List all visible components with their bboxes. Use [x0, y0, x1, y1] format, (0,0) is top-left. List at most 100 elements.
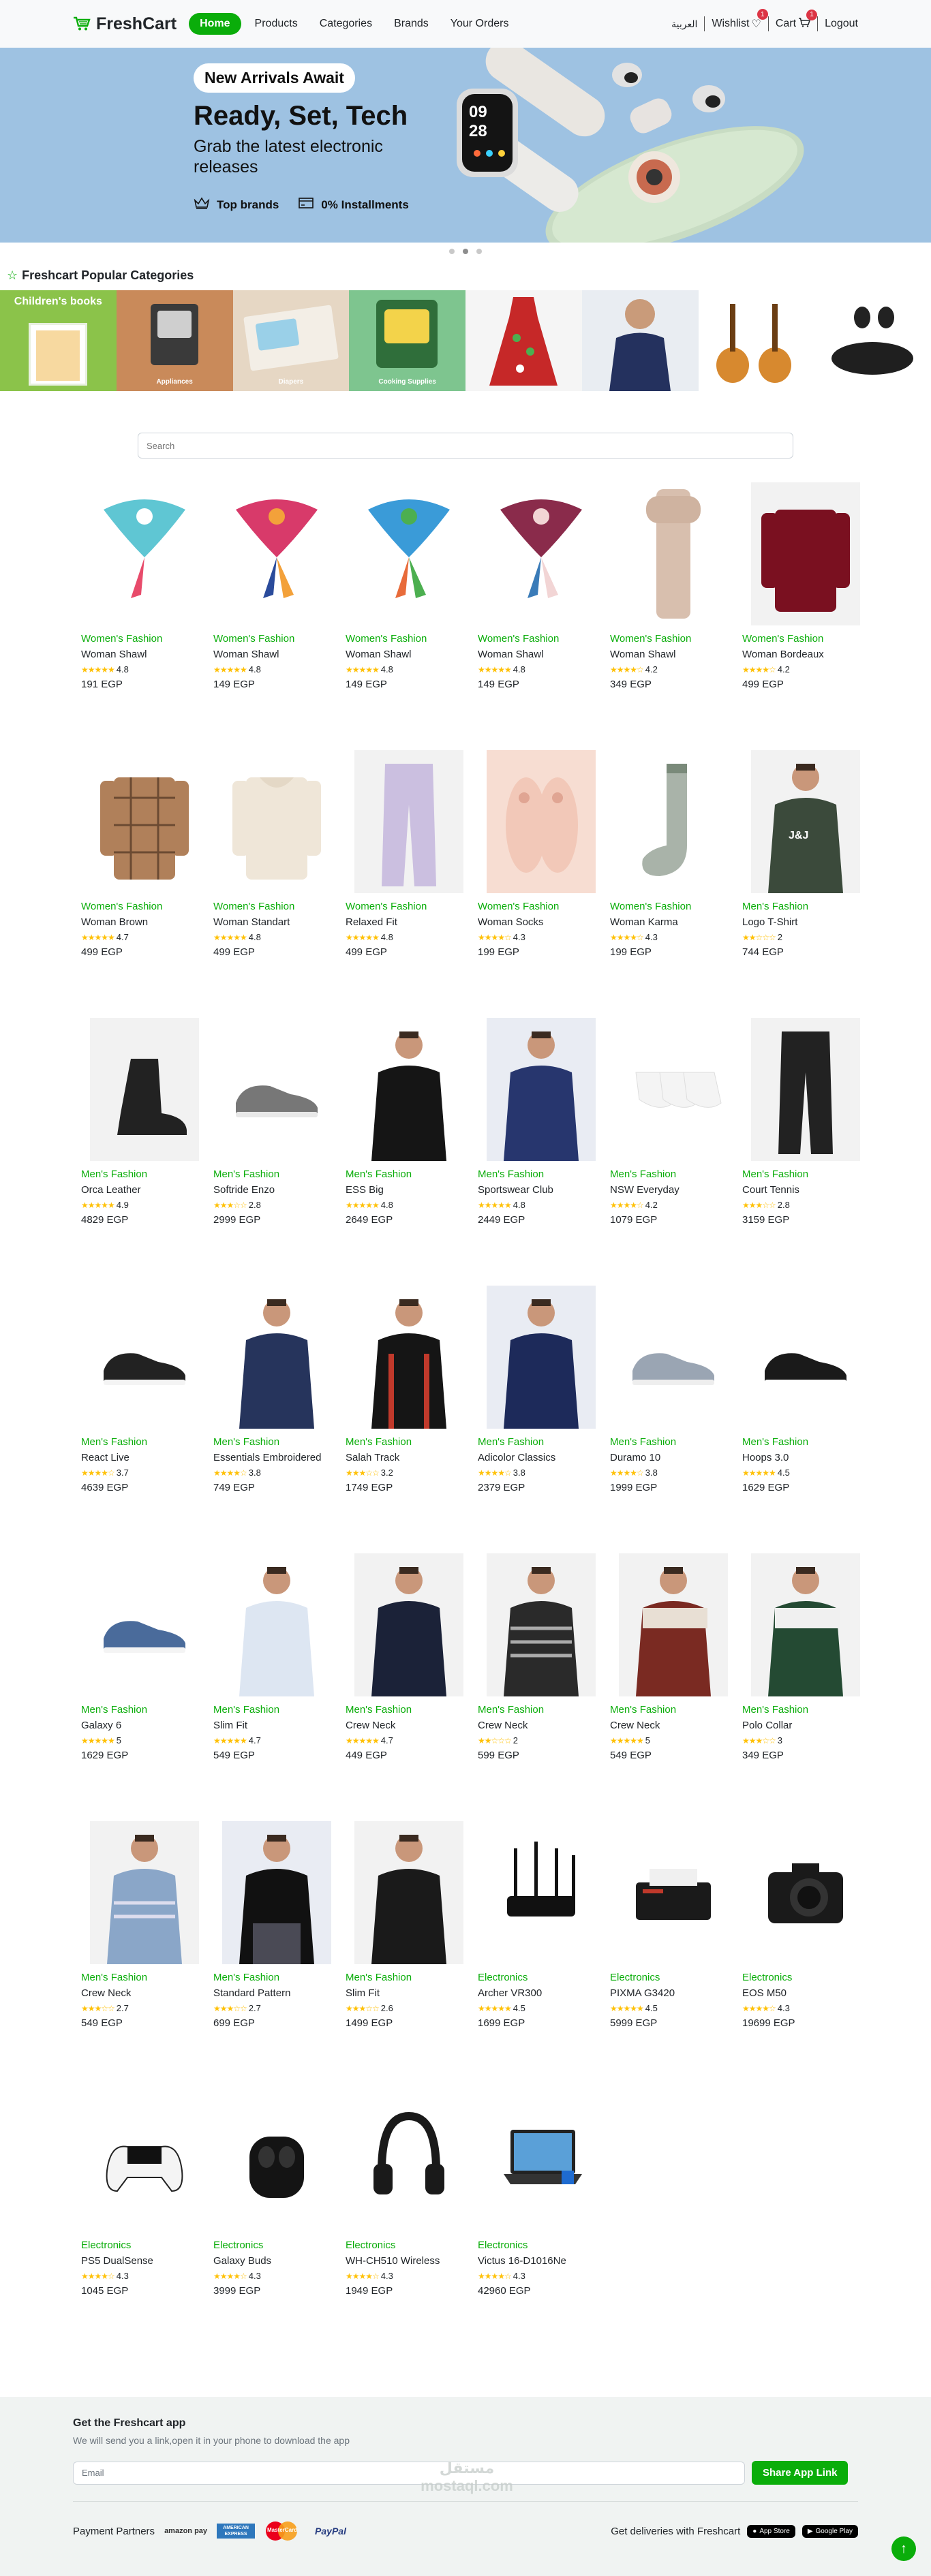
product-image[interactable]: [619, 1553, 728, 1696]
carousel-dot-active[interactable]: [463, 249, 468, 254]
category-electronics[interactable]: [814, 290, 931, 391]
product-card[interactable]: Women's Fashion Woman Shawl ★★★★★ 4.8 14…: [211, 482, 343, 750]
product-image[interactable]: [487, 482, 596, 625]
product-image[interactable]: [90, 2089, 199, 2232]
category-appliances[interactable]: Appliances: [116, 290, 233, 391]
share-app-link-button[interactable]: Share App Link: [752, 2461, 849, 2485]
nav-orders[interactable]: Your Orders: [442, 12, 517, 35]
product-image[interactable]: [90, 750, 199, 893]
category-music[interactable]: [698, 290, 815, 391]
nav-categories[interactable]: Categories: [311, 12, 380, 35]
product-image[interactable]: [222, 2089, 331, 2232]
scroll-to-top-button[interactable]: ↑: [891, 2536, 916, 2561]
product-card[interactable]: Men's Fashion Polo Collar ★★★☆☆ 3 349 EG…: [739, 1553, 872, 1821]
product-card[interactable]: Women's Fashion Woman Brown ★★★★★ 4.7 49…: [78, 750, 211, 1018]
product-card[interactable]: Men's Fashion Hoops 3.0 ★★★★★ 4.5 1629 E…: [739, 1286, 872, 1553]
product-card[interactable]: Women's Fashion Woman Shawl ★★★★★ 4.8 14…: [343, 482, 475, 750]
language-switch[interactable]: العربية: [671, 18, 697, 30]
product-card[interactable]: Women's Fashion Woman Karma ★★★★☆ 4.3 19…: [607, 750, 739, 1018]
product-image[interactable]: [90, 1018, 199, 1161]
app-store-button[interactable]: ● App Store: [747, 2524, 795, 2538]
product-card[interactable]: Men's Fashion Standard Pattern ★★★☆☆ 2.7…: [211, 1821, 343, 2089]
product-image[interactable]: [487, 750, 596, 893]
product-image[interactable]: [90, 482, 199, 625]
product-card[interactable]: Women's Fashion Woman Shawl ★★★★★ 4.8 19…: [78, 482, 211, 750]
product-card[interactable]: Men's Fashion Orca Leather ★★★★★ 4.9 482…: [78, 1018, 211, 1286]
product-image[interactable]: [487, 1553, 596, 1696]
product-card[interactable]: Men's Fashion Adicolor Classics ★★★★☆ 3.…: [475, 1286, 607, 1553]
product-image[interactable]: J&J: [751, 750, 860, 893]
product-card[interactable]: Men's Fashion NSW Everyday ★★★★☆ 4.2 107…: [607, 1018, 739, 1286]
product-image[interactable]: [619, 1018, 728, 1161]
product-image[interactable]: [619, 482, 728, 625]
product-card[interactable]: Women's Fashion Relaxed Fit ★★★★★ 4.8 49…: [343, 750, 475, 1018]
product-image[interactable]: [354, 1553, 463, 1696]
product-image[interactable]: [90, 1553, 199, 1696]
product-image[interactable]: [487, 1821, 596, 1964]
search-input[interactable]: [138, 433, 793, 459]
product-card[interactable]: Men's Fashion Galaxy 6 ★★★★★ 5 1629 EGP: [78, 1553, 211, 1821]
wishlist-link[interactable]: Wishlist ♡ 1: [712, 9, 768, 31]
category-cooking-supplies[interactable]: Cooking Supplies: [349, 290, 466, 391]
product-image[interactable]: [487, 2089, 596, 2232]
product-image[interactable]: [90, 1286, 199, 1429]
product-image[interactable]: [619, 750, 728, 893]
product-image[interactable]: [222, 1821, 331, 1964]
product-card[interactable]: Women's Fashion Woman Shawl ★★★★☆ 4.2 34…: [607, 482, 739, 750]
product-image[interactable]: [354, 1821, 463, 1964]
product-image[interactable]: [354, 2089, 463, 2232]
product-card[interactable]: Men's Fashion ESS Big ★★★★★ 4.8 2649 EGP: [343, 1018, 475, 1286]
product-card[interactable]: Men's Fashion React Live ★★★★☆ 3.7 4639 …: [78, 1286, 211, 1553]
product-image[interactable]: [354, 482, 463, 625]
product-card[interactable]: Electronics Archer VR300 ★★★★★ 4.5 1699 …: [475, 1821, 607, 2089]
product-card[interactable]: Electronics PS5 DualSense ★★★★☆ 4.3 1045…: [78, 2089, 211, 2357]
product-card[interactable]: Women's Fashion Woman Socks ★★★★☆ 4.3 19…: [475, 750, 607, 1018]
product-card[interactable]: J&J Men's Fashion Logo T-Shirt ★★☆☆☆ 2 7…: [739, 750, 872, 1018]
product-image[interactable]: [222, 1553, 331, 1696]
google-play-button[interactable]: ▶ Google Play: [802, 2524, 858, 2538]
product-card[interactable]: Men's Fashion Crew Neck ★★★☆☆ 2.7 549 EG…: [78, 1821, 211, 2089]
product-image[interactable]: [751, 1553, 860, 1696]
category-men-fashion[interactable]: [581, 290, 699, 391]
product-card[interactable]: Electronics Galaxy Buds ★★★★☆ 4.3 3999 E…: [211, 2089, 343, 2357]
product-card[interactable]: Women's Fashion Woman Shawl ★★★★★ 4.8 14…: [475, 482, 607, 750]
product-card[interactable]: Women's Fashion Woman Bordeaux ★★★★☆ 4.2…: [739, 482, 872, 750]
cart-link[interactable]: Cart 1: [776, 9, 818, 31]
category-women-fashion[interactable]: [466, 290, 582, 391]
product-card[interactable]: Men's Fashion Salah Track ★★★☆☆ 3.2 1749…: [343, 1286, 475, 1553]
product-card[interactable]: Electronics PIXMA G3420 ★★★★★ 4.5 5999 E…: [607, 1821, 739, 2089]
product-image[interactable]: [619, 1821, 728, 1964]
product-image[interactable]: [751, 482, 860, 625]
product-image[interactable]: [751, 1286, 860, 1429]
product-image[interactable]: [222, 750, 331, 893]
product-card[interactable]: Men's Fashion Court Tennis ★★★☆☆ 2.8 315…: [739, 1018, 872, 1286]
product-card[interactable]: Men's Fashion Essentials Embroidered ★★★…: [211, 1286, 343, 1553]
product-card[interactable]: Men's Fashion Duramo 10 ★★★★☆ 3.8 1999 E…: [607, 1286, 739, 1553]
product-card[interactable]: Men's Fashion Slim Fit ★★★★★ 4.7 549 EGP: [211, 1553, 343, 1821]
product-card[interactable]: Men's Fashion Softride Enzo ★★★☆☆ 2.8 29…: [211, 1018, 343, 1286]
hero-banner[interactable]: New Arrivals Await Ready, Set, Tech Grab…: [0, 48, 931, 243]
nav-home[interactable]: Home: [189, 13, 241, 35]
product-image[interactable]: [487, 1286, 596, 1429]
nav-brands[interactable]: Brands: [386, 12, 437, 35]
category-childrens-books[interactable]: Children's books: [0, 290, 117, 391]
product-image[interactable]: [354, 750, 463, 893]
product-image[interactable]: [619, 1286, 728, 1429]
product-card[interactable]: Men's Fashion Crew Neck ★★★★★ 4.7 449 EG…: [343, 1553, 475, 1821]
product-card[interactable]: Electronics EOS M50 ★★★★☆ 4.3 19699 EGP: [739, 1821, 872, 2089]
product-card[interactable]: Men's Fashion Crew Neck ★★★★★ 5 549 EGP: [607, 1553, 739, 1821]
product-image[interactable]: [751, 1018, 860, 1161]
product-image[interactable]: [222, 482, 331, 625]
product-card[interactable]: Electronics WH-CH510 Wireless ★★★★☆ 4.3 …: [343, 2089, 475, 2357]
product-card[interactable]: Electronics Victus 16-D1016Ne ★★★★☆ 4.3 …: [475, 2089, 607, 2357]
product-image[interactable]: [487, 1018, 596, 1161]
product-image[interactable]: [222, 1286, 331, 1429]
product-image[interactable]: [354, 1018, 463, 1161]
nav-products[interactable]: Products: [247, 12, 306, 35]
product-card[interactable]: Women's Fashion Woman Standart ★★★★★ 4.8…: [211, 750, 343, 1018]
category-diapers[interactable]: Diapers: [232, 290, 350, 391]
product-image[interactable]: [751, 1821, 860, 1964]
product-card[interactable]: Men's Fashion Crew Neck ★★☆☆☆ 2 599 EGP: [475, 1553, 607, 1821]
logout-link[interactable]: Logout: [825, 18, 858, 30]
carousel-dot[interactable]: [449, 249, 455, 254]
